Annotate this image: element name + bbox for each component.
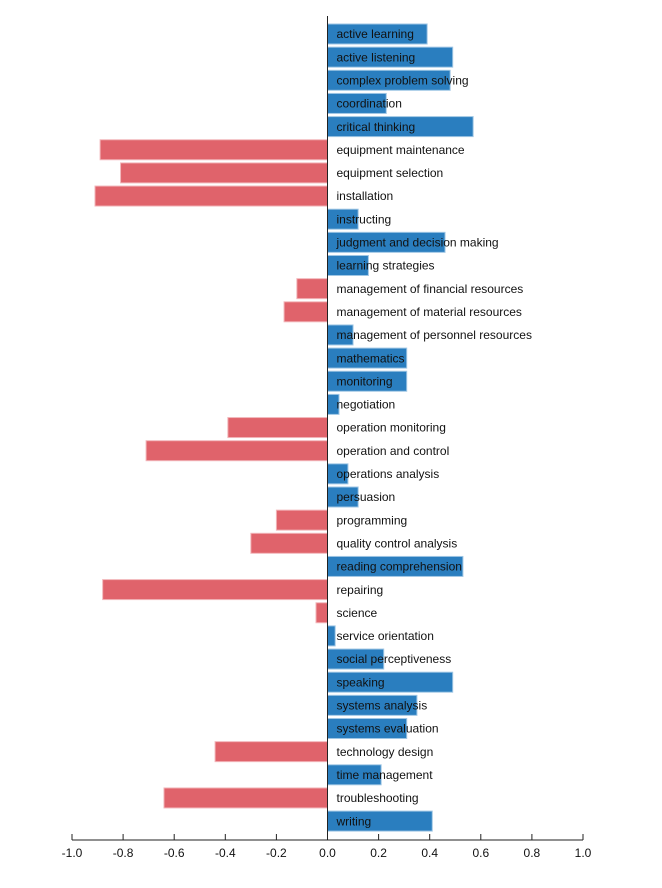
category-label: active learning: [337, 27, 414, 41]
category-label: service orientation: [337, 629, 434, 643]
x-tick-label: -0.4: [215, 846, 236, 860]
category-label: monitoring: [337, 374, 393, 388]
category-label: management of material resources: [337, 305, 522, 319]
category-label: operations analysis: [337, 467, 440, 481]
category-label: complex problem solving: [337, 73, 469, 87]
category-label: learning strategies: [337, 259, 435, 273]
category-label: science: [337, 606, 378, 620]
bar-equipment-maintenance: [99, 139, 329, 161]
category-label: social perceptiveness: [337, 652, 452, 666]
bar-repairing: [102, 579, 328, 601]
bar-service-orientation: [327, 625, 336, 647]
category-label: quality control analysis: [337, 536, 458, 550]
category-label: active listening: [337, 50, 416, 64]
category-label: mathematics: [337, 351, 405, 365]
x-axis: -1.0 -0.8 -0.6 -0.4 -0.2 0.0 0.2 0.4 0.6 0.8 1.0: [62, 834, 592, 860]
category-label: repairing: [337, 583, 384, 597]
bar-equipment-selection: [120, 162, 328, 184]
category-label: equipment maintenance: [337, 143, 465, 157]
category-label: critical thinking: [337, 120, 416, 134]
category-label: judgment and decision making: [336, 236, 499, 250]
category-labels-group: active learning active listening complex p…: [336, 27, 532, 828]
category-label: programming: [337, 513, 408, 527]
category-label: writing: [336, 814, 372, 828]
category-label: equipment selection: [337, 166, 444, 180]
category-label: reading comprehension: [337, 560, 462, 574]
bar-programming: [275, 509, 328, 531]
bar-operation-and-control: [145, 440, 328, 462]
x-tick-label: 0.0: [319, 846, 336, 860]
x-tick-label: 0.6: [472, 846, 489, 860]
category-label: management of financial resources: [337, 282, 524, 296]
bar-quality-control-analysis: [250, 532, 329, 554]
category-label: instructing: [337, 212, 392, 226]
bar-operation-monitoring: [227, 417, 328, 439]
x-tick-label: -1.0: [62, 846, 83, 860]
category-label: negotiation: [337, 398, 396, 412]
category-label: speaking: [337, 675, 385, 689]
bar-science: [315, 602, 329, 624]
x-tick-label: -0.2: [266, 846, 287, 860]
category-label: management of personnel resources: [337, 328, 532, 342]
bar-technology-design: [214, 741, 328, 763]
category-label: technology design: [337, 745, 434, 759]
bar-management-of-material-resources: [283, 301, 329, 323]
category-label: operation and control: [337, 444, 450, 458]
category-label: troubleshooting: [337, 791, 419, 805]
x-tick-label: -0.6: [164, 846, 185, 860]
x-ticks-group: -1.0 -0.8 -0.6 -0.4 -0.2 0.0 0.2 0.4 0.6 0.8 1.0: [62, 834, 592, 860]
diverging-bar-chart: active learning active listening complex p…: [62, 16, 592, 860]
category-label: systems analysis: [337, 699, 428, 713]
category-label: operation monitoring: [337, 421, 446, 435]
category-label: time management: [337, 768, 434, 782]
category-label: persuasion: [337, 490, 396, 504]
bar-management-of-financial-resources: [296, 278, 328, 300]
category-label: installation: [337, 189, 394, 203]
x-tick-label: -0.8: [113, 846, 134, 860]
category-label: systems evaluation: [337, 722, 439, 736]
bar-troubleshooting: [163, 787, 328, 809]
category-label: coordination: [337, 97, 402, 111]
bar-installation: [94, 185, 329, 207]
x-tick-label: 0.2: [370, 846, 387, 860]
x-tick-label: 0.8: [524, 846, 541, 860]
x-tick-label: 0.4: [421, 846, 438, 860]
x-tick-label: 1.0: [575, 846, 592, 860]
